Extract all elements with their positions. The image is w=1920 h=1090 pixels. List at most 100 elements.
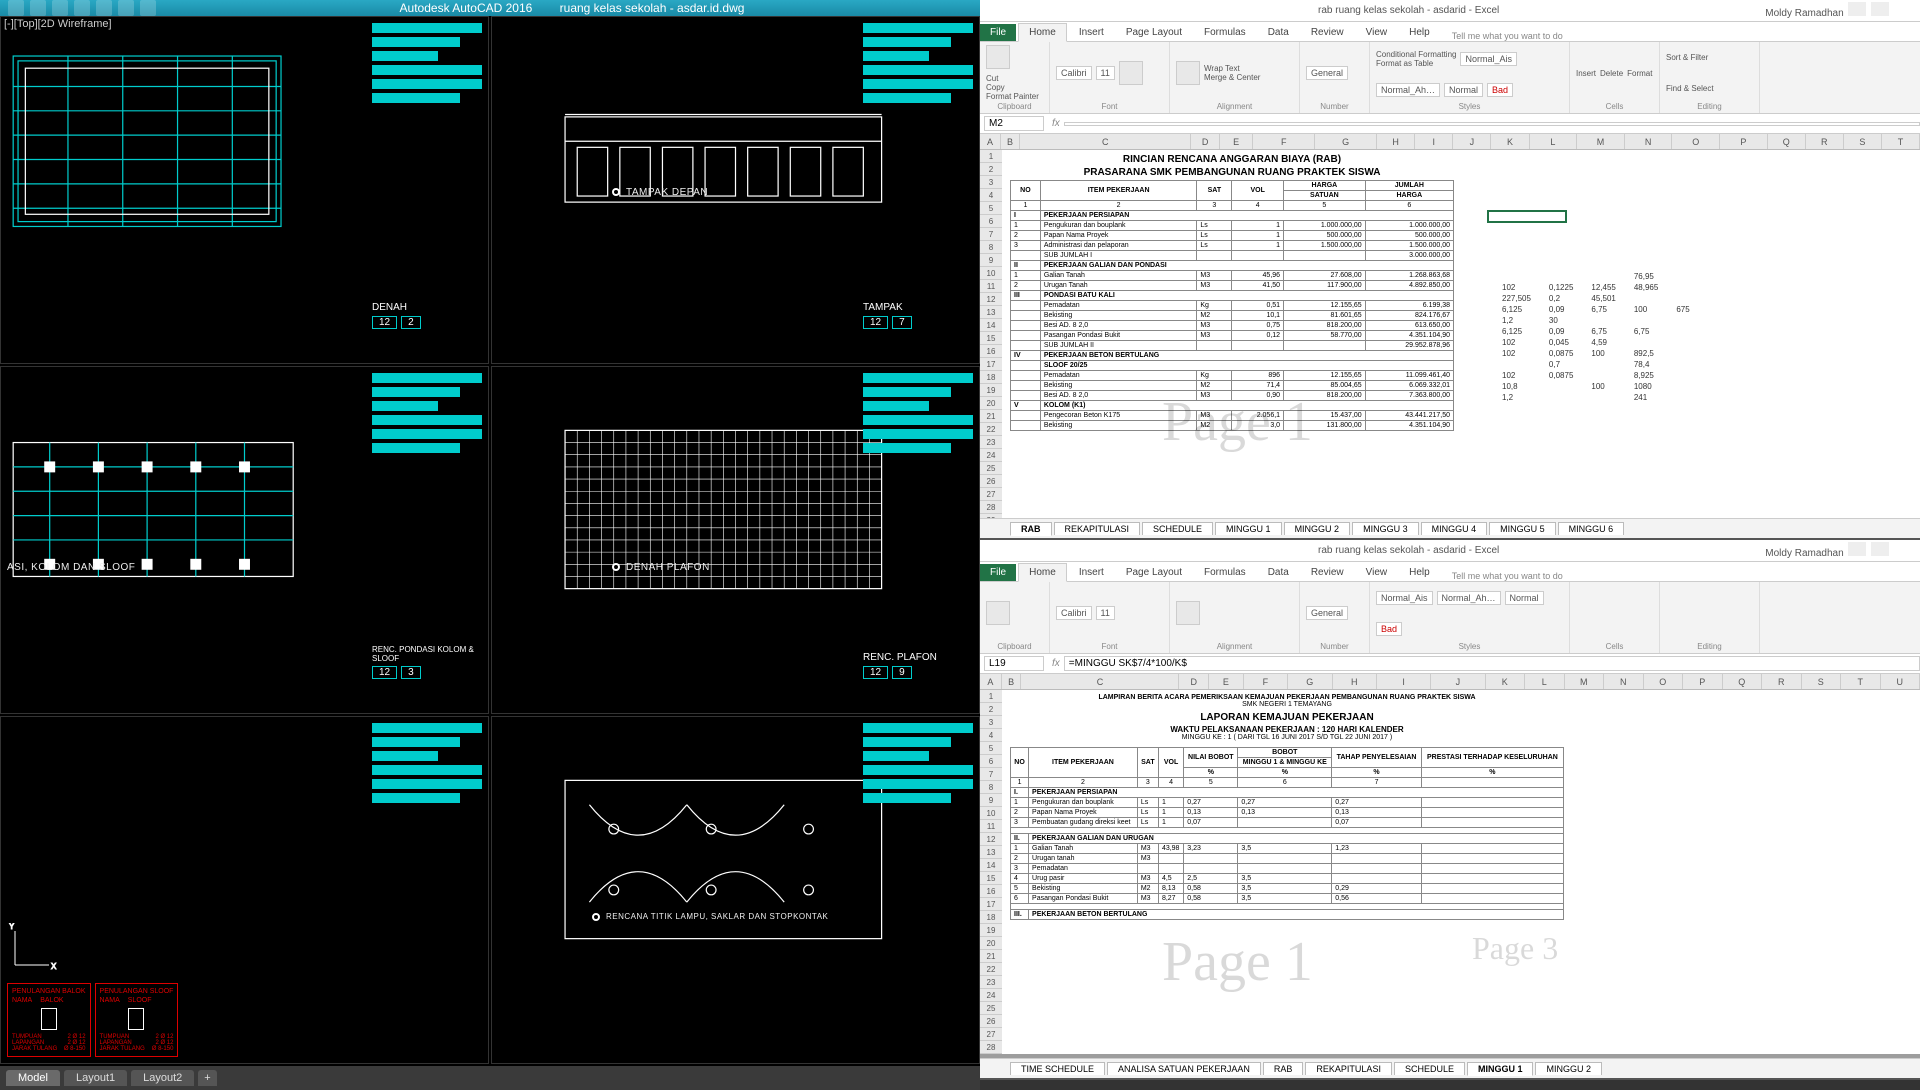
paste-button[interactable] xyxy=(986,45,1010,69)
autocad-window: Autodesk AutoCAD 2016 ruang kelas sekola… xyxy=(0,0,980,1080)
formula-input[interactable] xyxy=(1064,122,1920,126)
autocad-viewport[interactable]: [-][Top][2D Wireframe] DENAH 122 xyxy=(0,16,980,1090)
title-block: DENAH 122 xyxy=(372,23,482,329)
penulangan-balok-table: PENULANGAN BALOK NAMABALOK TUMPUAN2 Ø 12… xyxy=(7,983,91,1057)
sheet-tab[interactable]: ANALISA SATUAN PEKERJAAN xyxy=(1107,1062,1261,1075)
bold-button[interactable] xyxy=(1119,61,1143,85)
tab-data[interactable]: Data xyxy=(1258,564,1299,581)
sheet-tab[interactable]: MINGGU 1 xyxy=(1215,522,1282,535)
sheet-tab[interactable]: REKAPITULASI xyxy=(1054,522,1141,535)
title-block: RENC. PLAFON 129 xyxy=(863,373,973,679)
sheet-tab[interactable]: MINGGU 2 xyxy=(1535,1062,1602,1075)
quick-access-toolbar xyxy=(0,0,164,16)
autocad-titlebar: Autodesk AutoCAD 2016 ruang kelas sekola… xyxy=(0,0,980,16)
maximize-icon[interactable] xyxy=(1871,542,1889,556)
drawing-panel-pondasi: ASI, KOLOM DAN SLOOF RENC. PONDASI KOLOM… xyxy=(0,366,489,714)
excel-window-2: rab ruang kelas sekolah - asdarid - Exce… xyxy=(980,540,1920,1080)
sheet-tab[interactable]: MINGGU 3 xyxy=(1352,522,1419,535)
excel-window-1: rab ruang kelas sekolah - asdarid - Exce… xyxy=(980,0,1920,540)
sheet-grid[interactable]: ABCDEFGHIJKLMNOPQRST 1234567891011121314… xyxy=(980,134,1920,518)
tab-help[interactable]: Help xyxy=(1399,564,1440,581)
align-icon[interactable] xyxy=(1176,61,1200,85)
tab-add[interactable]: + xyxy=(198,1070,216,1086)
save-icon[interactable] xyxy=(74,0,90,16)
drawing-panel-denah: DENAH 122 xyxy=(0,16,489,364)
tab-review[interactable]: Review xyxy=(1301,564,1354,581)
sheet-tab[interactable]: RAB xyxy=(1263,1062,1304,1075)
sheet-tab[interactable]: SCHEDULE xyxy=(1142,522,1213,535)
penulangan-sloof-table: PENULANGAN SLOOF NAMASLOOF TUMPUAN2 Ø 12… xyxy=(95,983,179,1057)
formula-input[interactable]: =MINGGU SK$7/4*100/K$ xyxy=(1064,656,1920,671)
drawing-panel-plafon: DENAH PLAFON RENC. PLAFON 129 xyxy=(491,366,980,714)
layout-tabs: Model Layout1 Layout2 + xyxy=(0,1066,980,1090)
tab-file[interactable]: File xyxy=(980,24,1016,41)
sheet-tab[interactable]: MINGGU 1 xyxy=(1467,1062,1534,1076)
excel-titlebar: rab ruang kelas sekolah - asdarid - Exce… xyxy=(980,540,1920,562)
tab-view[interactable]: View xyxy=(1356,564,1398,581)
file-name: ruang kelas sekolah - asdar.id.dwg xyxy=(560,1,745,15)
close-icon[interactable] xyxy=(1894,542,1912,556)
tellme-search[interactable]: Tell me what you want to do xyxy=(1452,31,1563,41)
name-box[interactable]: M2 xyxy=(984,116,1044,131)
tab-model[interactable]: Model xyxy=(6,1070,60,1086)
sheet-tabs: TIME SCHEDULEANALISA SATUAN PEKERJAANRAB… xyxy=(980,1058,1920,1078)
paste-button[interactable] xyxy=(986,601,1010,625)
new-icon[interactable] xyxy=(30,0,46,16)
name-box[interactable]: L19 xyxy=(984,656,1044,671)
sheet-tab[interactable]: MINGGU 2 xyxy=(1284,522,1351,535)
open-icon[interactable] xyxy=(52,0,68,16)
tab-layout1[interactable]: Layout1 xyxy=(64,1070,127,1086)
excel-titlebar: rab ruang kelas sekolah - asdarid - Exce… xyxy=(980,0,1920,22)
formula-bar: L19 fx =MINGGU SK$7/4*100/K$ xyxy=(980,654,1920,674)
tab-pagelayout[interactable]: Page Layout xyxy=(1116,24,1192,41)
sheet-tab[interactable]: MINGGU 5 xyxy=(1489,522,1556,535)
sheet-tab[interactable]: MINGGU 4 xyxy=(1421,522,1488,535)
tab-file[interactable]: File xyxy=(980,564,1016,581)
tellme-search[interactable]: Tell me what you want to do xyxy=(1452,571,1563,581)
drawing-panel-tampak: TAMPAK DEPAN TAMPAK 127 xyxy=(491,16,980,364)
font-select[interactable]: Calibri xyxy=(1056,66,1092,80)
view-label: TAMPAK DEPAN xyxy=(626,187,708,198)
sheet-tab[interactable]: MINGGU 6 xyxy=(1558,522,1625,535)
drawing-panel-penulangan: PENULANGAN BALOK NAMABALOK TUMPUAN2 Ø 12… xyxy=(0,716,489,1064)
tab-insert[interactable]: Insert xyxy=(1069,564,1114,581)
tab-pagelayout[interactable]: Page Layout xyxy=(1116,564,1192,581)
sheet-grid[interactable]: ABCDEFGHIJKLMNOPQRSTU 123456789101112131… xyxy=(980,674,1920,1058)
drawing-panel-listrik: RENCANA TITIK LAMPU, SAKLAR DAN STOPKONT… xyxy=(491,716,980,1064)
tab-home[interactable]: Home xyxy=(1018,563,1067,582)
sheet-tab[interactable]: RAB xyxy=(1010,522,1052,536)
minimize-icon[interactable] xyxy=(1848,542,1866,556)
undo-icon[interactable] xyxy=(118,0,134,16)
tab-help[interactable]: Help xyxy=(1399,24,1440,41)
ribbon-tabs: File Home Insert Page Layout Formulas Da… xyxy=(980,22,1920,42)
redo-icon[interactable] xyxy=(140,0,156,16)
ribbon-tabs: File Home Insert Page Layout Formulas Da… xyxy=(980,562,1920,582)
tab-review[interactable]: Review xyxy=(1301,24,1354,41)
title-block: RENC. PONDASI KOLOM & SLOOF 123 xyxy=(372,373,482,679)
minimize-icon[interactable] xyxy=(1848,2,1866,16)
tab-view[interactable]: View xyxy=(1356,24,1398,41)
fx-icon[interactable]: fx xyxy=(1048,658,1064,669)
tab-formulas[interactable]: Formulas xyxy=(1194,24,1256,41)
title-block xyxy=(863,723,973,1029)
print-icon[interactable] xyxy=(96,0,112,16)
svg-text:Y: Y xyxy=(9,923,15,931)
svg-text:X: X xyxy=(51,962,57,971)
tab-layout2[interactable]: Layout2 xyxy=(131,1070,194,1086)
tab-insert[interactable]: Insert xyxy=(1069,24,1114,41)
app-menu-icon[interactable] xyxy=(8,0,24,16)
title-block: TAMPAK 127 xyxy=(863,23,973,329)
tab-home[interactable]: Home xyxy=(1018,23,1067,42)
maximize-icon[interactable] xyxy=(1871,2,1889,16)
fx-icon[interactable]: fx xyxy=(1048,118,1064,129)
tab-data[interactable]: Data xyxy=(1258,24,1299,41)
sheet-tab[interactable]: SCHEDULE xyxy=(1394,1062,1465,1075)
sheet-tabs: RABREKAPITULASISCHEDULEMINGGU 1MINGGU 2M… xyxy=(980,518,1920,538)
sheet-tab[interactable]: TIME SCHEDULE xyxy=(1010,1062,1105,1075)
sheet-tab[interactable]: REKAPITULASI xyxy=(1305,1062,1392,1075)
ribbon: CutCopyFormat Painter Clipboard Calibri … xyxy=(980,42,1920,114)
close-icon[interactable] xyxy=(1894,2,1912,16)
app-title: Autodesk AutoCAD 2016 xyxy=(400,1,533,15)
tab-formulas[interactable]: Formulas xyxy=(1194,564,1256,581)
size-select[interactable]: 11 xyxy=(1096,66,1115,80)
